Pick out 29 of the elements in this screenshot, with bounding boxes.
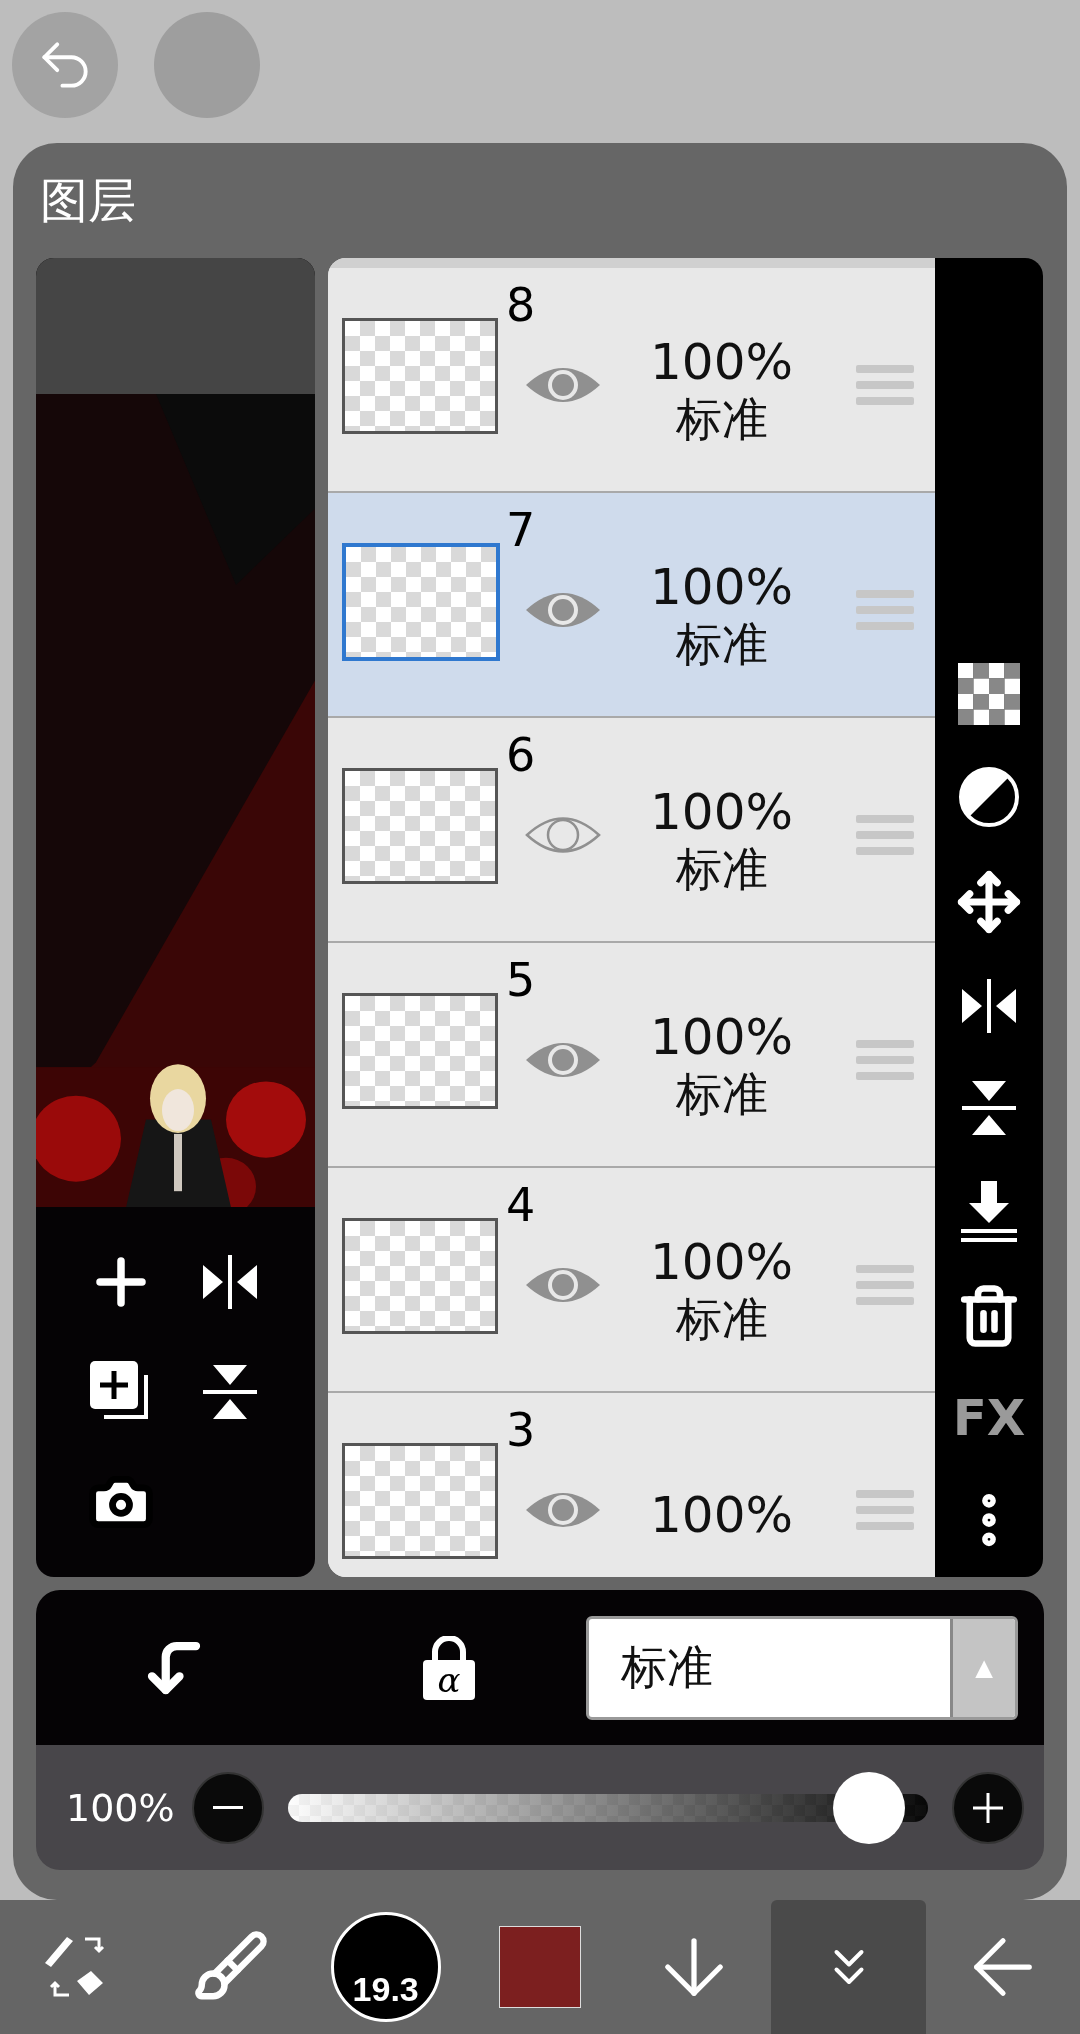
layer-row[interactable]: 7 100% 标准 — [328, 493, 935, 718]
layer-blend-mode: 标准 — [675, 1291, 768, 1348]
layer-opacity: 100% — [650, 1484, 793, 1545]
half-circle-icon[interactable] — [957, 765, 1021, 829]
layer-blend-mode: 标准 — [675, 841, 768, 898]
layer-number: 8 — [506, 278, 536, 332]
layer-number: 4 — [506, 1178, 536, 1232]
layer-blend-mode: 标准 — [675, 1066, 768, 1123]
fx-button[interactable]: FX — [952, 1389, 1026, 1447]
layer-number: 6 — [506, 728, 536, 782]
move-icon[interactable] — [956, 869, 1022, 935]
opacity-reading: 100% — [66, 1785, 176, 1830]
layer-number: 7 — [506, 503, 536, 557]
opacity-slider[interactable] — [288, 1771, 928, 1844]
layer-number: 3 — [506, 1403, 536, 1457]
layer-blend-mode: 标准 — [675, 616, 768, 673]
plus-icon — [973, 1792, 1003, 1823]
layer-row[interactable]: 8 100% 标准 — [328, 268, 935, 493]
layer-opacity: 100% — [650, 1231, 793, 1292]
layer-opacity: 100% — [650, 781, 793, 842]
panel-title: 图层 — [39, 170, 137, 230]
blend-mode-select[interactable]: 标准 ▲ — [586, 1615, 1018, 1720]
layer-blend-mode: 标准 — [675, 391, 768, 448]
layer-opacity: 100% — [650, 331, 793, 392]
layer-opacity: 100% — [650, 556, 793, 617]
layer-opacity: 100% — [650, 1006, 793, 1067]
checkerboard-icon[interactable] — [958, 663, 1020, 725]
minus-icon — [213, 1806, 243, 1809]
layer-number: 5 — [506, 953, 536, 1007]
